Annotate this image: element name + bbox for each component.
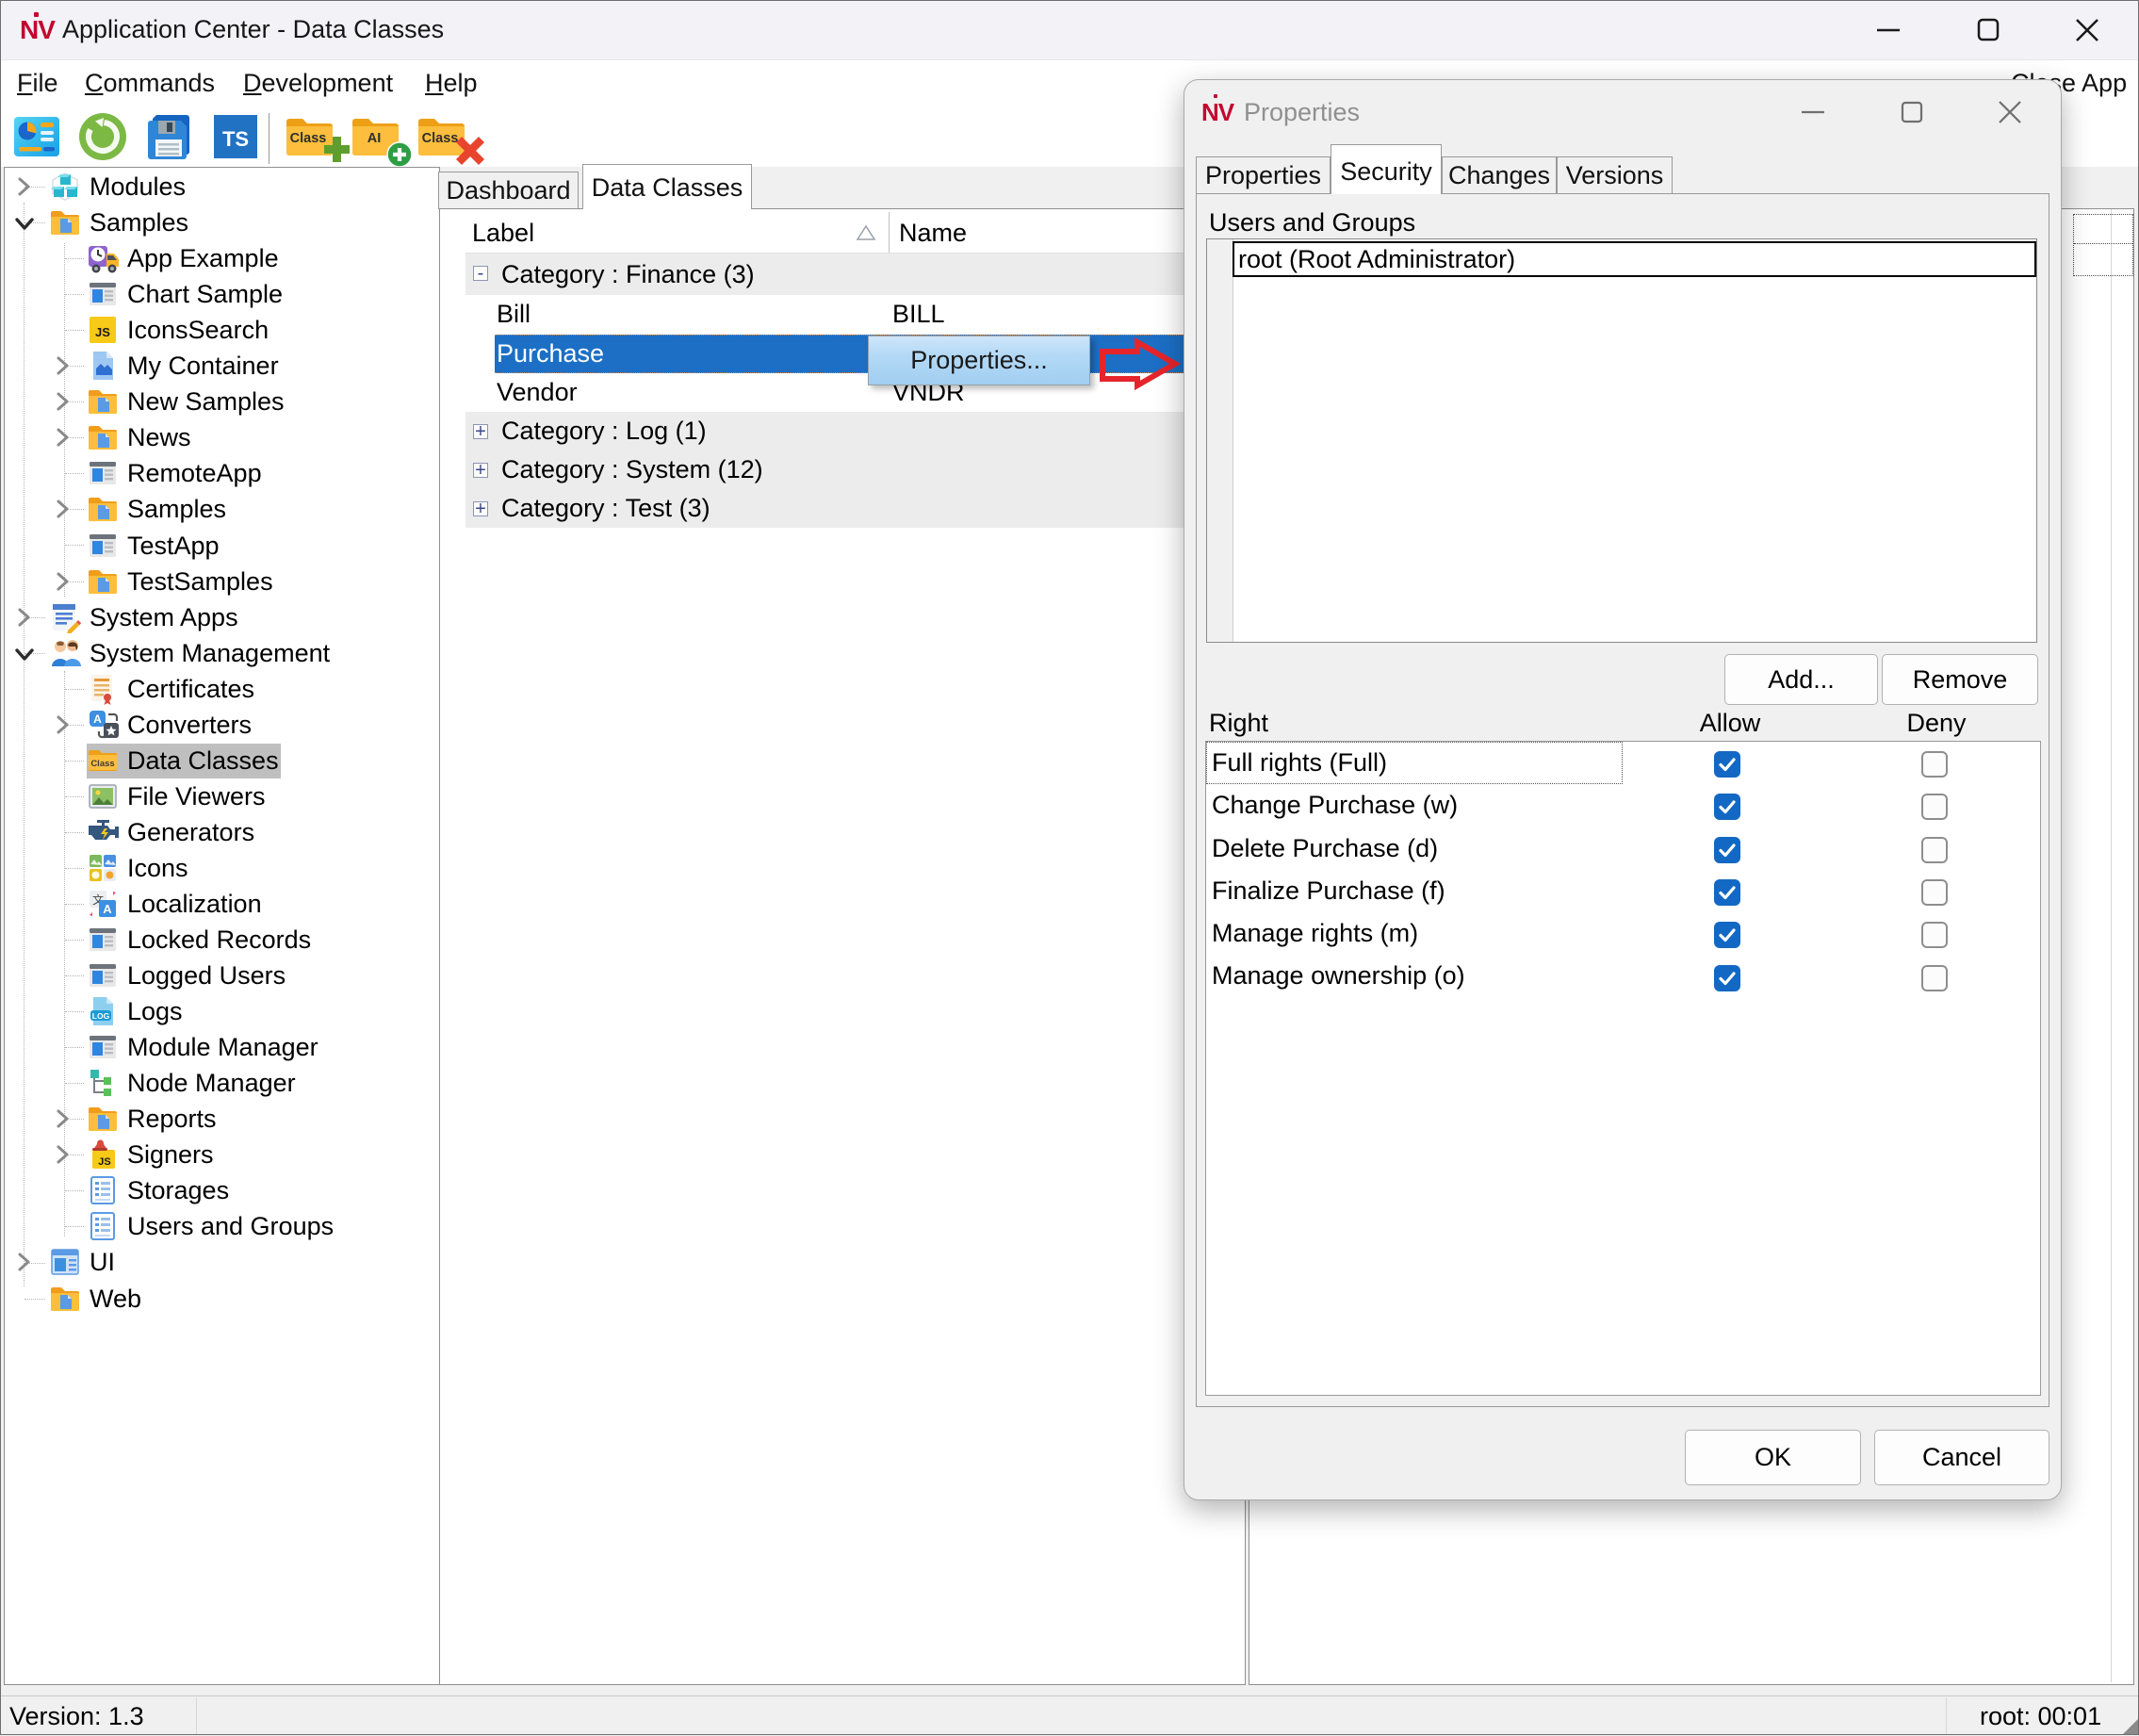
svg-text:A: A xyxy=(103,902,112,916)
svg-text:Class: Class xyxy=(290,131,327,146)
svg-text:AI: AI xyxy=(367,131,382,146)
svg-text:A: A xyxy=(93,712,102,726)
svg-text:Class: Class xyxy=(422,131,459,146)
svg-text:TS: TS xyxy=(222,127,249,151)
svg-text:LOG: LOG xyxy=(92,1011,110,1021)
svg-text:JS: JS xyxy=(95,325,110,339)
svg-text:JS: JS xyxy=(98,1156,110,1168)
svg-text:Class: Class xyxy=(90,759,114,769)
